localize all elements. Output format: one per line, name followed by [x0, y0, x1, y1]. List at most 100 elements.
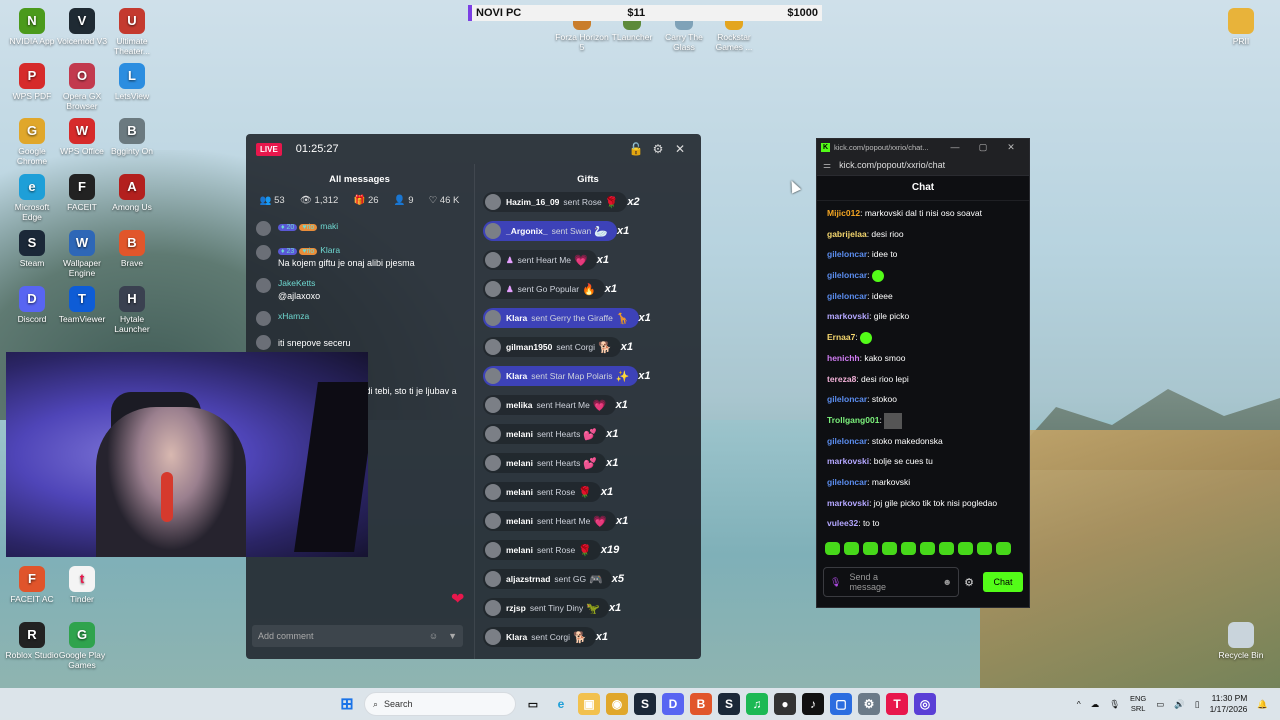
chat-message[interactable]: markovski: joj gile picko tik tok nisi p… [827, 493, 1019, 514]
desktop-icon[interactable]: R Roblox Studio [4, 622, 60, 660]
app-dark-icon[interactable]: ● [774, 693, 796, 715]
desktop-icon[interactable]: T TeamViewer [54, 286, 110, 324]
gift-row[interactable]: melani sent Heart Me 💗 x1 [483, 509, 693, 533]
desktop-icon[interactable]: W Wallpaper Engine [54, 230, 110, 278]
chat-username[interactable]: Mijic012 [827, 208, 860, 218]
brave-icon[interactable]: B [690, 693, 712, 715]
desktop-icon[interactable]: F FACEIT AC [4, 566, 60, 604]
emote-icon[interactable] [844, 542, 859, 555]
address-bar[interactable]: ⚌ kick.com/popout/xxrio/chat [817, 155, 1029, 176]
chat-message[interactable]: tereza8: desi rioo lepi [827, 369, 1019, 390]
cloud-icon[interactable]: ☁ [1091, 699, 1100, 710]
chat-username[interactable]: markovski [827, 311, 869, 321]
desktop-icon[interactable]: G Google Play Games [54, 622, 110, 670]
gift-row[interactable]: ♟ sent Heart Me 💗 x1 [483, 248, 693, 272]
desktop-icon[interactable]: W WPS Office [54, 118, 110, 156]
task-view-icon[interactable]: ▭ [522, 693, 544, 715]
tiktok-icon[interactable]: ♪ [802, 693, 824, 715]
emote-icon[interactable] [996, 542, 1011, 555]
chat-message[interactable]: gabrijelaa: desi rioo [827, 224, 1019, 245]
chat-username[interactable]: gileloncar [827, 291, 867, 301]
desktop-icon[interactable]: A Among Us [104, 174, 160, 212]
desktop-icon[interactable]: P WPS PDF [4, 63, 60, 101]
desktop-icon[interactable]: V Voicemod V3 [54, 8, 110, 46]
discord-icon[interactable]: D [662, 693, 684, 715]
emoji-icon[interactable]: ☺ [429, 631, 438, 641]
chat-message[interactable]: markovski: gile picko [827, 306, 1019, 327]
desktop-icon[interactable]: t Tinder [54, 566, 110, 604]
minimize-icon[interactable]: — [941, 142, 969, 152]
steam-icon[interactable]: S [634, 693, 656, 715]
chat-username[interactable]: henichh [827, 353, 860, 363]
emote-icon[interactable] [863, 542, 878, 555]
start-windows-icon[interactable]: ⊞ [336, 693, 358, 715]
tray-chevron-icon[interactable]: ^ [1077, 699, 1081, 709]
chat-message[interactable]: gileloncar: stoko makedonska [827, 431, 1019, 452]
gift-row[interactable]: Klara sent Corgi 🐕 x1 [483, 625, 693, 649]
chat-message[interactable]: Trollgang001: [827, 410, 1019, 431]
file-explorer-icon[interactable]: ▣ [578, 693, 600, 715]
battery-icon[interactable]: ▯ [1195, 699, 1200, 710]
desktop-icon[interactable]: B Bgginty On [104, 118, 160, 156]
chat-username[interactable]: markovski [827, 456, 869, 466]
chat-message[interactable]: gileloncar: idee to [827, 244, 1019, 265]
chat-message[interactable]: Ernaa7: [827, 327, 1019, 348]
gift-row[interactable]: Klara sent Star Map Polaris ✨ x1 [483, 364, 693, 388]
volume-icon[interactable]: 🔊 [1174, 699, 1185, 710]
gift-row[interactable]: gilman1950 sent Corgi 🐕 x1 [483, 335, 693, 359]
emote-icon[interactable] [882, 542, 897, 555]
gift-row[interactable]: rzjsp sent Tiny Diny 🦖 x1 [483, 596, 693, 620]
window-titlebar[interactable]: K kick.com/popout/xxrio/chat... — ▢ ✕ [817, 139, 1029, 155]
gift-row[interactable]: melani sent Rose 🌹 x1 [483, 480, 693, 504]
emote-icon[interactable] [958, 542, 973, 555]
desktop-icon[interactable]: PRII [1213, 8, 1269, 46]
settings-icon[interactable]: ⚙ [858, 693, 880, 715]
gift-row[interactable]: ♟ sent Go Popular 🔥 x1 [483, 277, 693, 301]
mic-tray-icon[interactable]: 🎙 [1109, 699, 1120, 710]
chat-message[interactable]: gileloncar: stokoo [827, 389, 1019, 410]
chat-message[interactable]: vulee32: to to [827, 513, 1019, 534]
steam-2-icon[interactable]: S [718, 693, 740, 715]
comment-input[interactable]: Add comment ☺ ▼ [252, 625, 463, 647]
chat-username[interactable]: gileloncar [827, 249, 867, 259]
gift-row[interactable]: melani sent Hearts 💕 x1 [483, 422, 693, 446]
chat-username[interactable]: gabrijelaa [827, 229, 867, 239]
lock-icon[interactable]: 🔓 [625, 142, 647, 156]
gift-row[interactable]: Hazim_16_09 sent Rose 🌹 x2 [483, 190, 693, 214]
chat-message[interactable]: gileloncar: [827, 265, 1019, 286]
chat-username[interactable]: tereza8 [827, 374, 856, 384]
maximize-icon[interactable]: ▢ [969, 142, 997, 153]
chat-message-input[interactable]: 🎙 Send a message ☻ [823, 567, 959, 597]
desktop-icon[interactable]: Recycle Bin [1213, 622, 1269, 660]
gift-row[interactable]: melani sent Rose 🌹 x19 [483, 538, 693, 562]
language-indicator[interactable]: ENG SRL [1130, 694, 1146, 714]
chat-message[interactable]: Mijic012: markovski dal ti nisi oso soav… [827, 203, 1019, 224]
app-circle-icon[interactable]: ◎ [914, 693, 936, 715]
settings-icon[interactable]: ⚙ [647, 142, 669, 156]
emote-icon[interactable] [920, 542, 935, 555]
chat-username[interactable]: gileloncar [827, 394, 867, 404]
gift-list[interactable]: Hazim_16_09 sent Rose 🌹 x2 _Argonix_ sent Swa… [475, 190, 701, 649]
emote-bar[interactable] [817, 536, 1029, 555]
close-icon[interactable]: ✕ [669, 142, 691, 156]
desktop-icon[interactable]: H Hytale Launcher [104, 286, 160, 334]
desktop-icon[interactable]: L LetsView [104, 63, 160, 101]
chat-message[interactable]: henichh: kako smoo [827, 348, 1019, 369]
chat-username[interactable]: Trollgang001 [827, 415, 879, 425]
app-t-icon[interactable]: T [886, 693, 908, 715]
filter-icon[interactable]: ▼ [448, 631, 457, 641]
chat-username[interactable]: gileloncar [827, 477, 867, 487]
chat-message-list[interactable]: Mijic012: markovski dal ti nisi oso soav… [817, 201, 1029, 536]
gift-row[interactable]: aljazstrnad sent GG 🎮 x5 [483, 567, 693, 591]
desktop-icon[interactable]: F FACEIT [54, 174, 110, 212]
network-icon[interactable]: ▭ [1156, 699, 1164, 710]
chat-send-button[interactable]: Chat [983, 572, 1023, 592]
app-blue-icon[interactable]: ▢ [830, 693, 852, 715]
desktop-icon[interactable]: e Microsoft Edge [4, 174, 60, 222]
taskbar-search[interactable]: ⌕ Search [364, 692, 516, 716]
gift-row[interactable]: melani sent Hearts 💕 x1 [483, 451, 693, 475]
gift-row[interactable]: Klara sent Gerry the Giraffe 🦒 x1 [483, 306, 693, 330]
list-item[interactable]: xHamza [256, 311, 463, 326]
chat-username[interactable]: gileloncar [827, 270, 867, 280]
chat-message[interactable]: gileloncar: ideee [827, 286, 1019, 307]
